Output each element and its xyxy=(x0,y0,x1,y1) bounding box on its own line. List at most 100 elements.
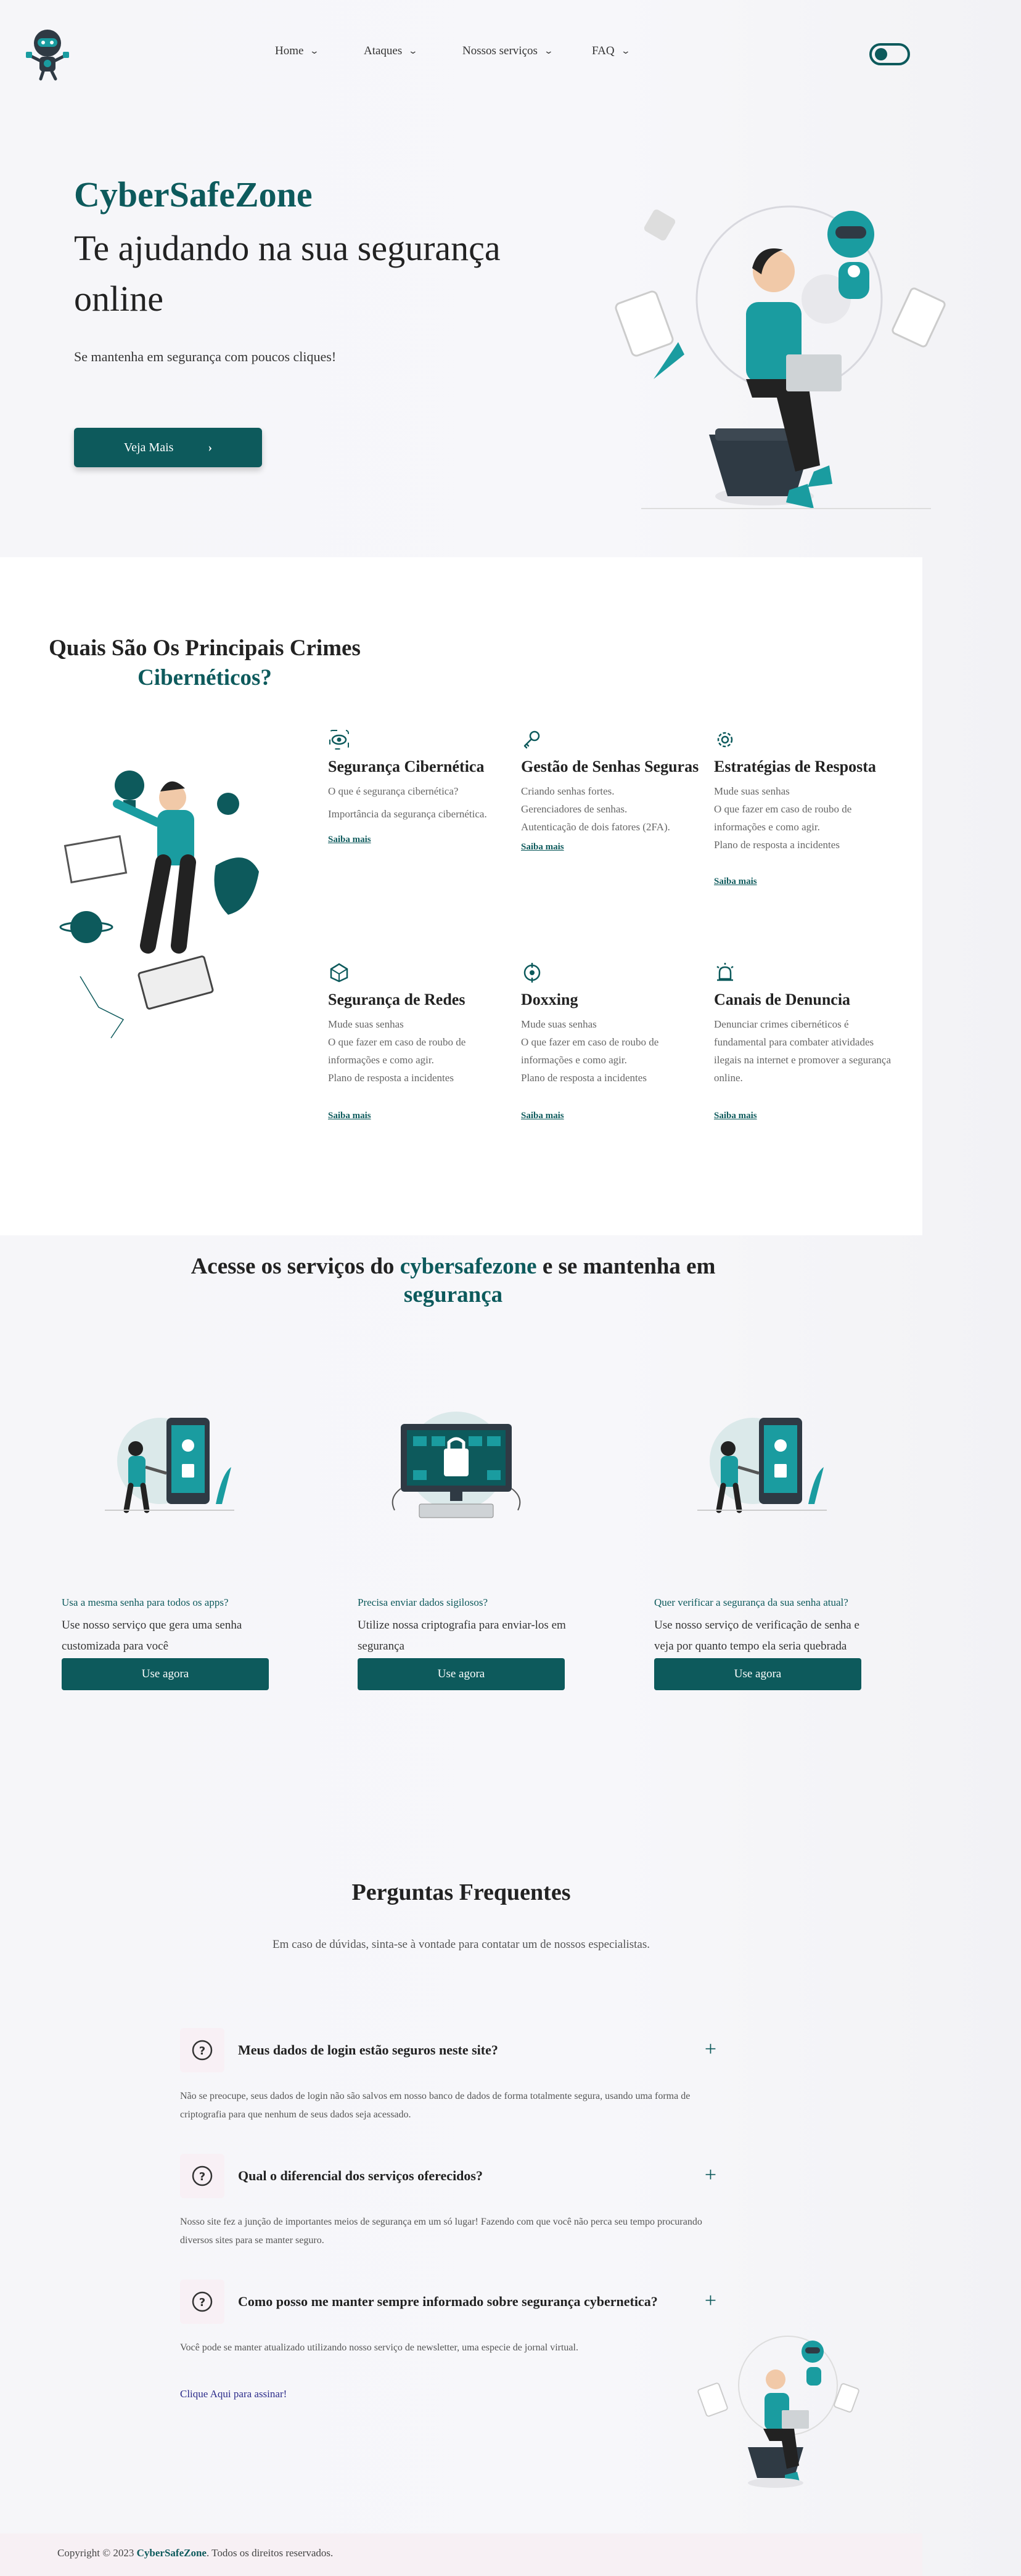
faq-question-row[interactable]: ? Como posso me manter sempre informado … xyxy=(180,2280,716,2324)
nav-item-servicos[interactable]: Nossos serviços ⌄ xyxy=(462,44,554,58)
faq-answer: Nosso site fez a junção de importantes m… xyxy=(180,2217,702,2246)
footer-brand: CyberSafeZone xyxy=(136,2547,207,2559)
copyright-pre: Copyright © 2023 xyxy=(57,2547,137,2559)
service-question: Quer verificar a segurança da sua senha … xyxy=(654,1597,848,1608)
gear-icon xyxy=(717,732,733,748)
faq-answer: Você pode se manter atualizado utilizand… xyxy=(180,2342,578,2353)
card-line: Mude suas senhas xyxy=(714,785,790,797)
use-now-button[interactable]: Use agora xyxy=(358,1658,565,1690)
chevron-down-icon: ⌄ xyxy=(620,46,631,56)
card-password-management: Gestão de Senhas Seguras Criando senhas … xyxy=(521,729,706,852)
learn-more-link[interactable]: Saiba mais xyxy=(714,877,757,887)
eye-icon xyxy=(329,730,349,750)
nav-item-label: Home xyxy=(275,44,304,57)
alarm-icon xyxy=(716,963,734,981)
copyright-text: Copyright © 2023 CyberSafeZone. Todos os… xyxy=(57,2547,333,2559)
card-line: Criando senhas fortes. xyxy=(521,785,615,797)
svg-text:?: ? xyxy=(199,2296,205,2309)
nav-item-label: Ataques xyxy=(364,44,403,57)
expand-plus-icon[interactable]: + xyxy=(705,2165,716,2186)
card-title: Segurança Cibernética xyxy=(328,758,485,775)
nav-item-label: Nossos serviços xyxy=(462,44,538,57)
see-more-button[interactable]: Veja Mais › xyxy=(74,428,262,467)
learn-more-link[interactable]: Saiba mais xyxy=(521,1111,564,1121)
copyright-post: . Todos os direitos reservados. xyxy=(206,2547,334,2559)
newsletter-subscribe-link[interactable]: Clique Aqui para assinar! xyxy=(180,2388,287,2400)
nav-item-home[interactable]: Home ⌄ xyxy=(275,44,320,58)
service-card-password-generator: Usa a mesma senha para todos os apps? Us… xyxy=(62,1412,271,1690)
card-text: Mude suas senhas O que fazer em caso de … xyxy=(521,1015,706,1087)
service-description: Use nosso serviço de verificação de senh… xyxy=(654,1619,859,1653)
target-icon xyxy=(523,963,541,983)
learn-more-link[interactable]: Saiba mais xyxy=(714,1111,757,1121)
chevron-down-icon: ⌄ xyxy=(310,46,320,56)
card-network-security: Segurança de Redes Mude suas senhas O qu… xyxy=(328,962,513,1121)
faq-question: Como posso me manter sempre informado so… xyxy=(238,2294,658,2309)
nav-item-faq[interactable]: FAQ ⌄ xyxy=(592,44,631,58)
footer: Copyright © 2023 CyberSafeZone. Todos os… xyxy=(0,2533,922,2576)
faq-question: Qual o diferencial dos serviços oferecid… xyxy=(238,2168,483,2183)
card-line: O que fazer em caso de roubo de informaç… xyxy=(714,803,852,833)
title-part: e se mantenha em xyxy=(536,1254,716,1279)
card-line: Autenticação de dois fatores (2FA). xyxy=(521,821,670,833)
hero-title: Te ajudando na sua segurança online xyxy=(74,228,501,319)
chevron-down-icon: ⌄ xyxy=(408,46,419,56)
card-cyber-security: Segurança Cibernética O que é segurança … xyxy=(328,729,513,844)
crimes-title-line1: Quais São Os Principais Crimes xyxy=(49,636,361,661)
card-line: Denunciar crimes cibernéticos é fundamen… xyxy=(714,1018,891,1084)
card-line: Mude suas senhas xyxy=(521,1018,597,1030)
faq-title: Perguntas Frequentes xyxy=(351,1879,571,1905)
card-line: Plano de resposta a incidentes xyxy=(714,839,840,851)
expand-plus-icon[interactable]: + xyxy=(705,2039,716,2060)
phone-security-illustration xyxy=(105,1418,234,1513)
card-text: Mude suas senhas O que fazer em caso de … xyxy=(328,1015,513,1087)
use-now-button[interactable]: Use agora xyxy=(62,1658,269,1690)
crimes-title: Quais São Os Principais Crimes Cibernéti… xyxy=(44,634,365,693)
use-now-button[interactable]: Use agora xyxy=(654,1658,861,1690)
theme-toggle[interactable] xyxy=(869,43,910,65)
card-title: Doxxing xyxy=(521,991,578,1008)
card-line: Mude suas senhas xyxy=(328,1018,404,1030)
toggle-knob xyxy=(875,48,887,60)
title-brand: cybersafezone xyxy=(400,1254,537,1279)
faq-illustration xyxy=(697,2336,859,2488)
card-line: O que é segurança cibernética? xyxy=(328,785,459,797)
faq-item: ? Como posso me manter sempre informado … xyxy=(180,2280,716,2357)
service-card-encryption: Precisa enviar dados sigilosos? Utilize … xyxy=(358,1412,567,1690)
card-text: Mude suas senhas O que fazer em caso de … xyxy=(714,782,893,854)
faq-question-row[interactable]: ? Qual o diferencial dos serviços oferec… xyxy=(180,2154,716,2198)
service-description: Use nosso serviço que gera uma senha cus… xyxy=(62,1619,242,1653)
key-icon xyxy=(523,730,540,749)
card-report-channels: Canais de Denuncia Denunciar crimes cibe… xyxy=(714,962,899,1121)
card-line: O que fazer em caso de roubo de informaç… xyxy=(328,1036,466,1066)
service-card-password-check: Quer verificar a segurança da sua senha … xyxy=(654,1412,864,1690)
nav-item-ataques[interactable]: Ataques ⌄ xyxy=(364,44,419,58)
phone-security-illustration xyxy=(697,1418,827,1513)
question-icon: ? xyxy=(180,2028,224,2072)
card-response-strategies: Estratégias de Resposta Mude suas senhas… xyxy=(714,729,899,886)
crimes-title-line2: Cibernéticos? xyxy=(137,665,272,690)
card-title: Canais de Denuncia xyxy=(714,991,851,1008)
card-line: Plano de resposta a incidentes xyxy=(521,1072,647,1084)
card-text: Denunciar crimes cibernéticos é fundamen… xyxy=(714,1015,899,1087)
see-more-label: Veja Mais xyxy=(123,440,174,454)
learn-more-link[interactable]: Saiba mais xyxy=(521,842,564,853)
svg-text:?: ? xyxy=(199,2170,205,2183)
card-title: Estratégias de Resposta xyxy=(714,758,876,775)
network-icon xyxy=(330,963,348,983)
card-title: Gestão de Senhas Seguras xyxy=(521,758,699,775)
card-text: Criando senhas fortes. Gerenciadores de … xyxy=(521,782,706,836)
faq-question-row[interactable]: ? Meus dados de login estão seguros nest… xyxy=(180,2028,716,2072)
question-icon: ? xyxy=(180,2154,224,2198)
expand-plus-icon[interactable]: + xyxy=(705,2291,716,2312)
computer-lock-illustration xyxy=(392,1412,521,1518)
hero-subtitle: Se mantenha em segurança com poucos cliq… xyxy=(74,349,337,364)
learn-more-link[interactable]: Saiba mais xyxy=(328,835,371,845)
service-description: Utilize nossa criptografia para enviar-l… xyxy=(358,1619,566,1653)
service-question: Precisa enviar dados sigilosos? xyxy=(358,1597,488,1608)
learn-more-link[interactable]: Saiba mais xyxy=(328,1111,371,1121)
svg-text:?: ? xyxy=(199,2045,205,2058)
hero-brand: CyberSafeZone xyxy=(74,174,313,215)
nav-item-label: FAQ xyxy=(592,44,615,57)
service-question: Usa a mesma senha para todos os apps? xyxy=(62,1597,229,1608)
